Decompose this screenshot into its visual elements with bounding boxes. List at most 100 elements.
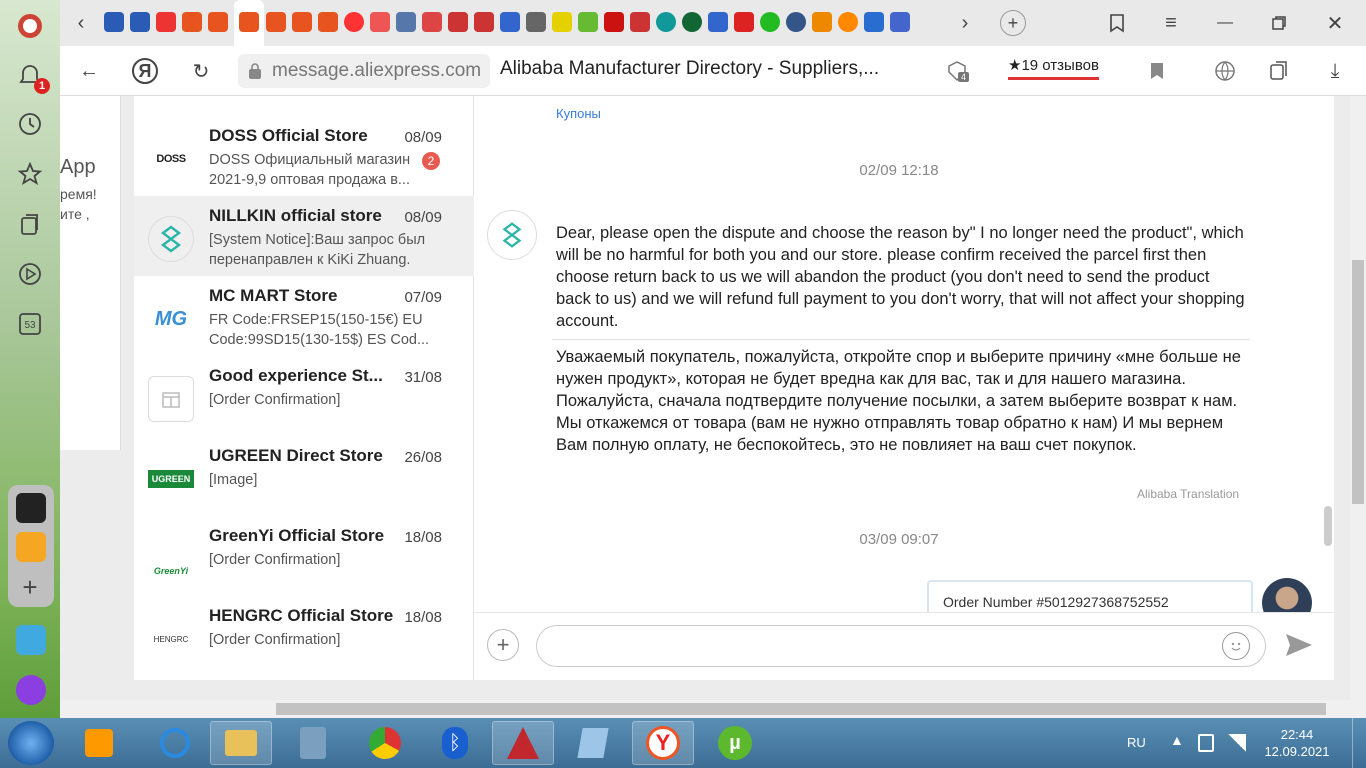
chrome-icon[interactable]: [354, 721, 416, 765]
reload-icon[interactable]: ↻: [188, 58, 214, 84]
tab-favicon-23[interactable]: [708, 12, 728, 32]
new-tab-icon[interactable]: +: [1000, 10, 1026, 36]
menu-icon[interactable]: ≡: [1158, 10, 1184, 36]
scrollbar-thumb[interactable]: [276, 703, 1326, 715]
bluetooth-icon[interactable]: ᛒ: [424, 721, 486, 765]
tab-favicon-3[interactable]: [156, 12, 176, 32]
tab-favicon-10[interactable]: [370, 12, 390, 32]
tab-favicon-17[interactable]: [552, 12, 572, 32]
bookmarks-panel-icon[interactable]: [1104, 10, 1130, 36]
bell-icon[interactable]: 1: [14, 60, 50, 94]
message-thread: Купоны 02/09 12:18 Dear, please open the…: [474, 96, 1334, 612]
tab-favicon-27[interactable]: [812, 12, 832, 32]
conversation-item[interactable]: GreenYi GreenYi Official Store 18/08 [Or…: [134, 516, 474, 596]
conversation-item[interactable]: HENGRC HENGRC Official Store 18/08 [Orde…: [134, 596, 474, 676]
store-logo: GreenYi: [153, 566, 189, 576]
protect-icon[interactable]: 4: [944, 58, 970, 84]
tab-favicon-13[interactable]: [448, 12, 468, 32]
send-button[interactable]: [1284, 632, 1314, 661]
tab-favicon-4[interactable]: [182, 12, 202, 32]
ie-icon[interactable]: [144, 721, 206, 765]
downloads-icon[interactable]: ⤓: [1322, 58, 1348, 84]
tab-favicon-14[interactable]: [474, 12, 494, 32]
restore-icon[interactable]: [1266, 10, 1292, 36]
tab-favicon-26[interactable]: [786, 12, 806, 32]
tab-favicon-15[interactable]: [500, 12, 520, 32]
collections-icon[interactable]: [14, 208, 46, 240]
conversation-item[interactable]: MG MC MART Store 07/09 FR Code:FRSEP15(1…: [134, 276, 474, 356]
tab-favicon-19[interactable]: [604, 12, 624, 32]
close-window-icon[interactable]: ✕: [1322, 10, 1348, 36]
tabs-scroll-left-icon[interactable]: ‹: [68, 10, 94, 36]
conversation-item-active[interactable]: NILLKIN official store 08/09 [System Not…: [134, 196, 474, 276]
utorrent-icon[interactable]: µ: [704, 721, 766, 765]
conversation-item[interactable]: DOSS DOSS Official Store 08/09 DOSS Офиц…: [134, 116, 474, 196]
mail-icon[interactable]: [16, 532, 46, 562]
city-logo-icon[interactable]: [14, 10, 46, 42]
conversation-item[interactable]: UGREEN UGREEN Direct Store 26/08 [Image]: [134, 436, 474, 516]
chat-scrollbar[interactable]: [1324, 506, 1332, 546]
reviews-badge[interactable]: ★19 отзывов: [1008, 56, 1099, 80]
tab-favicon-2[interactable]: [130, 12, 150, 32]
alice-camera-icon[interactable]: [16, 493, 46, 523]
extensions-icon[interactable]: [1266, 58, 1292, 84]
battery-icon[interactable]: [1198, 734, 1214, 752]
tab-favicon-25[interactable]: [760, 12, 780, 32]
tab-favicon-1[interactable]: [104, 12, 124, 32]
back-icon[interactable]: ←: [76, 58, 102, 84]
add-app-icon[interactable]: +: [14, 571, 46, 603]
user-avatar: [1262, 578, 1312, 612]
page-vertical-scrollbar[interactable]: [1350, 96, 1366, 700]
video-icon[interactable]: [14, 258, 46, 290]
tab-favicon-28[interactable]: [838, 12, 858, 32]
messenger-icon[interactable]: [16, 625, 46, 655]
network-icon[interactable]: [1228, 734, 1246, 752]
explorer-icon[interactable]: [210, 721, 272, 765]
lock-icon[interactable]: [248, 62, 262, 79]
star-icon[interactable]: [14, 158, 46, 190]
media-player-icon[interactable]: [68, 721, 130, 765]
url-field[interactable]: message.aliexpress.com: [238, 54, 490, 88]
tab-favicon-12[interactable]: [422, 12, 442, 32]
tab-favicon-16[interactable]: [526, 12, 546, 32]
translate-icon[interactable]: [1212, 58, 1238, 84]
message-input[interactable]: [536, 625, 1266, 667]
scrollbar-thumb[interactable]: [1352, 260, 1364, 504]
page-horizontal-scrollbar[interactable]: [60, 700, 1366, 718]
app-53-icon[interactable]: 53: [14, 308, 46, 340]
alice-icon[interactable]: [16, 675, 46, 705]
tab-favicon-8[interactable]: [318, 12, 338, 32]
tabs-scroll-right-icon[interactable]: ›: [952, 10, 978, 36]
conversation-item[interactable]: Good experience St... 31/08 [Order Confi…: [134, 356, 474, 436]
system-clock[interactable]: 22:44 12.09.2021: [1262, 726, 1332, 760]
tab-favicon-18[interactable]: [578, 12, 598, 32]
active-tab[interactable]: [234, 0, 264, 46]
order-card[interactable]: Order Number #5012927368752552: [927, 580, 1253, 612]
yandex-icon[interactable]: Я: [132, 58, 158, 84]
tab-favicon-29[interactable]: [864, 12, 884, 32]
tab-favicon-5[interactable]: [208, 12, 228, 32]
minimize-icon[interactable]: —: [1212, 10, 1238, 36]
show-desktop-button[interactable]: [1352, 718, 1366, 768]
start-button[interactable]: [8, 721, 54, 765]
tab-favicon-11[interactable]: [396, 12, 416, 32]
notepad-icon[interactable]: [562, 721, 624, 765]
emoji-icon[interactable]: [1222, 632, 1250, 660]
coupon-link[interactable]: Купоны: [556, 106, 601, 121]
autocad-icon[interactable]: [492, 721, 554, 765]
attach-button[interactable]: +: [487, 629, 519, 661]
history-icon[interactable]: [14, 108, 46, 140]
tab-favicon-9[interactable]: [344, 12, 364, 32]
language-indicator[interactable]: RU: [1127, 735, 1146, 750]
tab-favicon-21[interactable]: [656, 12, 676, 32]
tab-favicon-22[interactable]: [682, 12, 702, 32]
tab-favicon-20[interactable]: [630, 12, 650, 32]
yandex-browser-icon[interactable]: Y: [632, 721, 694, 765]
calculator-icon[interactable]: [282, 721, 344, 765]
tab-favicon-7[interactable]: [292, 12, 312, 32]
tab-favicon-24[interactable]: [734, 12, 754, 32]
bookmark-icon[interactable]: [1144, 58, 1170, 84]
tab-favicon-30[interactable]: [890, 12, 910, 32]
tab-favicon-6[interactable]: [266, 12, 286, 32]
tray-arrow-icon[interactable]: ▲: [1170, 732, 1184, 748]
